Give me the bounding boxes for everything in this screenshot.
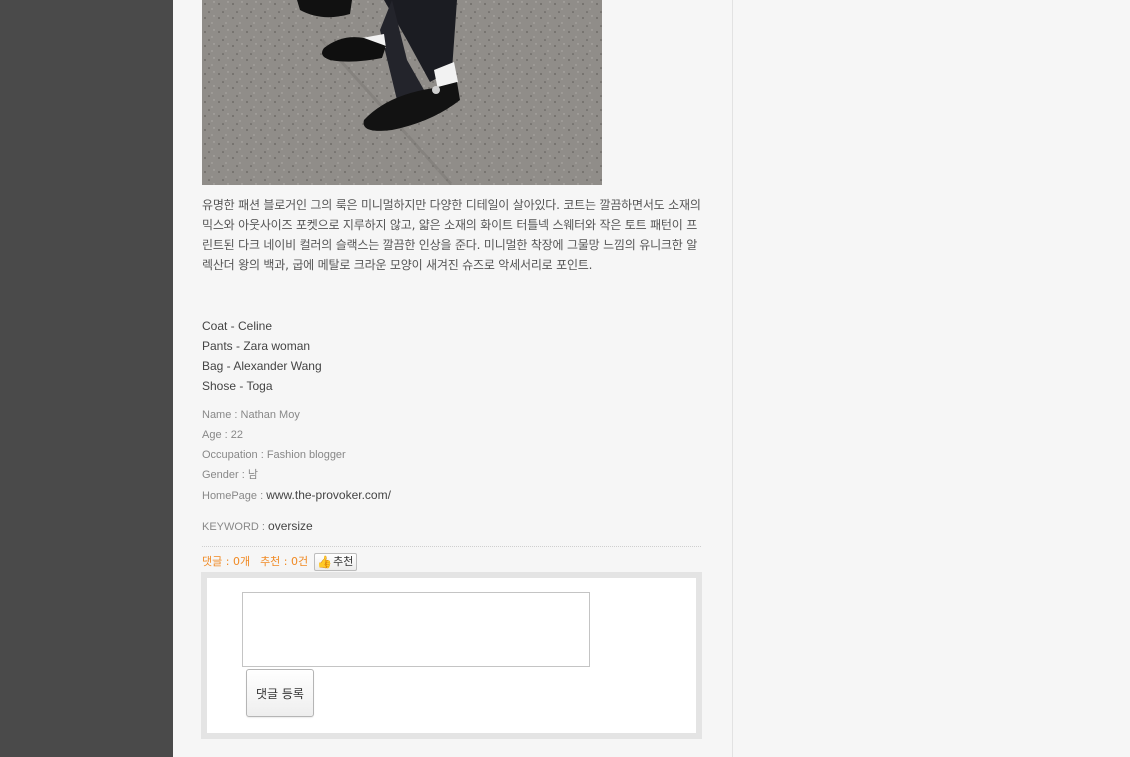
post-content: 유명한 패션 블로거인 그의 룩은 미니멀하지만 다양한 디테일이 살아있다. … (173, 0, 733, 757)
keyword-label: KEYWORD : (202, 521, 269, 533)
item-list: Coat - Celine Pants - Zara woman Bag - A… (202, 316, 322, 396)
age-value: 22 (230, 429, 243, 441)
profile-name: Name : Nathan Moy (202, 405, 391, 425)
recommend-button-label: 추천 (333, 555, 354, 568)
post-photo (202, 0, 602, 185)
name-value: Nathan Moy (240, 409, 300, 421)
divider (202, 546, 701, 547)
profile-age: Age : 22 (202, 425, 391, 445)
list-item: Coat - Celine (202, 319, 273, 333)
list-item: Bag - Alexander Wang (202, 359, 322, 373)
thumbs-up-icon: 👍 (317, 555, 333, 569)
post-stats: 댓글 : 0개 추천 : 0건 👍 추천 (202, 552, 358, 572)
keyword-value[interactable]: oversize (268, 519, 313, 533)
comment-count: 댓글 : 0개 (202, 555, 251, 568)
gender-label: Gender : (202, 469, 248, 481)
gender-value: 남 (247, 469, 258, 481)
recommend-button[interactable]: 👍 추천 (314, 553, 358, 571)
age-label: Age : (202, 429, 231, 441)
profile-occupation: Occupation : Fashion blogger (202, 445, 391, 465)
name-label: Name : (202, 409, 241, 421)
homepage-link[interactable]: www.the-provoker.com/ (266, 488, 391, 502)
list-item: Shose - Toga (202, 379, 273, 393)
recommend-count: 추천 : 0건 (260, 555, 309, 568)
comment-textarea[interactable] (242, 592, 590, 667)
list-item: Pants - Zara woman (202, 339, 311, 353)
left-sidebar (0, 0, 173, 757)
homepage-label: HomePage : (202, 490, 267, 502)
occupation-label: Occupation : (202, 449, 267, 461)
occupation-value: Fashion blogger (266, 449, 346, 461)
profile-info: Name : Nathan Moy Age : 22 Occupation : … (202, 405, 391, 505)
profile-homepage: HomePage : www.the-provoker.com/ (202, 485, 391, 505)
post-description: 유명한 패션 블로거인 그의 룩은 미니멀하지만 다양한 디테일이 살아있다. … (202, 198, 701, 272)
comment-submit-button[interactable]: 댓글 등록 (246, 669, 314, 717)
keyword: KEYWORD : oversize (202, 516, 313, 537)
comment-form: 댓글 등록 (201, 572, 702, 739)
profile-gender: Gender : 남 (202, 465, 391, 485)
